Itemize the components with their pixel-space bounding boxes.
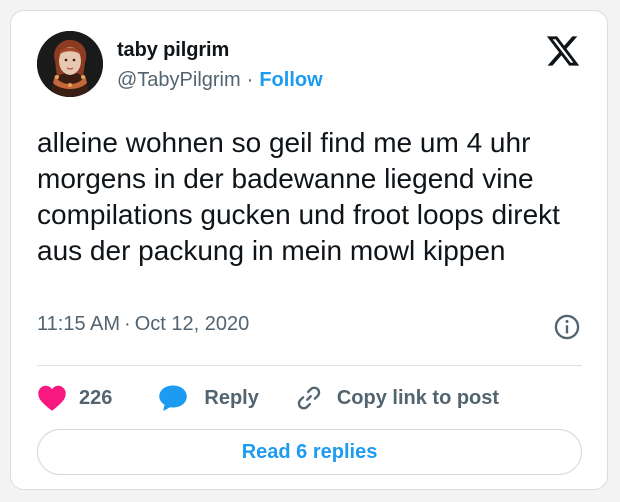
reply-label: Reply bbox=[204, 386, 259, 409]
like-count: 226 bbox=[79, 386, 113, 409]
follow-button[interactable]: Follow bbox=[259, 69, 322, 91]
tweet-time[interactable]: 11:15 AM bbox=[37, 313, 120, 335]
tweet-text: alleine wohnen so geil find me um 4 uhr … bbox=[37, 127, 560, 266]
reply-button[interactable]: Reply bbox=[158, 384, 259, 412]
author-handle[interactable]: @TabyPilgrim bbox=[117, 69, 241, 91]
read-replies-button[interactable]: Read 6 replies bbox=[37, 429, 582, 475]
x-logo-icon[interactable] bbox=[545, 33, 581, 69]
author-avatar[interactable] bbox=[37, 31, 103, 97]
author-display-name[interactable]: taby pilgrim bbox=[117, 39, 229, 62]
copy-link-label: Copy link to post bbox=[336, 386, 500, 409]
divider bbox=[37, 365, 582, 366]
speech-bubble-icon bbox=[159, 385, 188, 412]
tweet-date[interactable]: Oct 12, 2020 bbox=[135, 313, 250, 335]
author-handle-row: @TabyPilgrim · Follow bbox=[117, 69, 323, 92]
portrait-image bbox=[37, 31, 103, 97]
like-button[interactable]: 226 bbox=[37, 384, 112, 412]
action-bar: 226 Reply Copy link to post bbox=[37, 381, 499, 415]
heart-icon bbox=[38, 385, 66, 411]
separator-dot: · bbox=[246, 69, 254, 91]
info-icon[interactable] bbox=[553, 313, 581, 341]
separator-dot: · bbox=[124, 313, 131, 335]
tweet-card: taby pilgrim @TabyPilgrim · Follow alleine… bbox=[10, 10, 608, 490]
copy-link-button[interactable]: Copy link to post bbox=[295, 384, 499, 412]
tweet-timestamp: 11:15 AM · Oct 12, 2020 bbox=[37, 313, 582, 336]
link-icon bbox=[297, 386, 321, 410]
